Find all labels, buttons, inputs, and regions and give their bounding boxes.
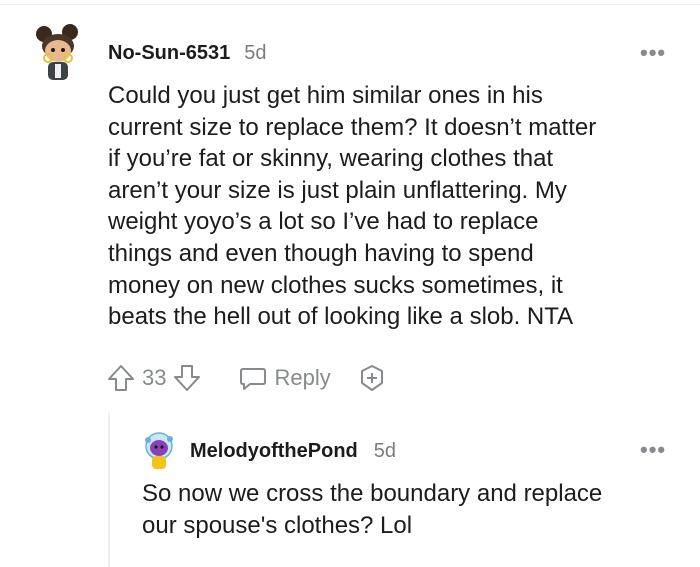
comment-line: money on new clothes sucks sometimes, it bbox=[108, 271, 563, 299]
thread-line[interactable] bbox=[108, 412, 110, 567]
reply-body: So now we cross the boundary and replace… bbox=[142, 478, 602, 542]
comment-line: if you’re fat or skinny, wearing clothes… bbox=[108, 145, 554, 173]
timestamp[interactable]: 5d bbox=[244, 42, 266, 65]
reply-timestamp[interactable]: 5d bbox=[374, 440, 396, 463]
reply-line: So now we cross the boundary and replace bbox=[142, 480, 603, 507]
comment-line: beats the hell out of looking like a slo… bbox=[108, 303, 574, 331]
award-plus-icon bbox=[360, 365, 383, 391]
reply-button[interactable]: Reply bbox=[238, 363, 331, 393]
award-button[interactable] bbox=[357, 363, 387, 393]
username[interactable]: No-Sun-6531 bbox=[108, 42, 230, 65]
reply-meta: MelodyofthePond 5d bbox=[190, 440, 396, 463]
top-divider bbox=[0, 4, 700, 5]
upvote-arrow-icon[interactable] bbox=[106, 363, 136, 393]
comment-body: Could you just get him similar ones in h… bbox=[108, 80, 596, 333]
vote-count: 33 bbox=[142, 365, 167, 390]
comment-line: weight yoyo’s a lot so I’ve had to repla… bbox=[108, 208, 539, 236]
reply-line: our spouse's clothes? Lol bbox=[142, 512, 413, 539]
reply-label: Reply bbox=[274, 365, 331, 390]
reply-more-options-button[interactable]: ••• bbox=[640, 439, 666, 461]
snoo-avatar-icon bbox=[145, 432, 173, 469]
comment-meta: No-Sun-6531 5d bbox=[108, 42, 267, 65]
speech-bubble-icon bbox=[240, 368, 267, 390]
comment-line: aren’t your size is just plain unflatter… bbox=[108, 176, 567, 204]
comment-line: current size to replace them? It doesn’t… bbox=[108, 113, 597, 141]
more-horizontal-icon: ••• bbox=[640, 40, 667, 65]
downvote-arrow-icon[interactable] bbox=[172, 363, 202, 393]
comment-actions: 33 Reply bbox=[106, 363, 387, 393]
snoo-avatar-icon bbox=[36, 24, 78, 80]
user-avatar[interactable] bbox=[34, 24, 82, 82]
more-horizontal-icon: ••• bbox=[640, 437, 667, 462]
more-options-button[interactable]: ••• bbox=[640, 42, 666, 64]
comment-line: things and even though having to spend bbox=[108, 239, 534, 267]
reply-user-avatar[interactable] bbox=[142, 432, 176, 472]
reply-username[interactable]: MelodyofthePond bbox=[190, 440, 358, 463]
comment-line: Could you just get him similar ones in h… bbox=[108, 82, 543, 109]
